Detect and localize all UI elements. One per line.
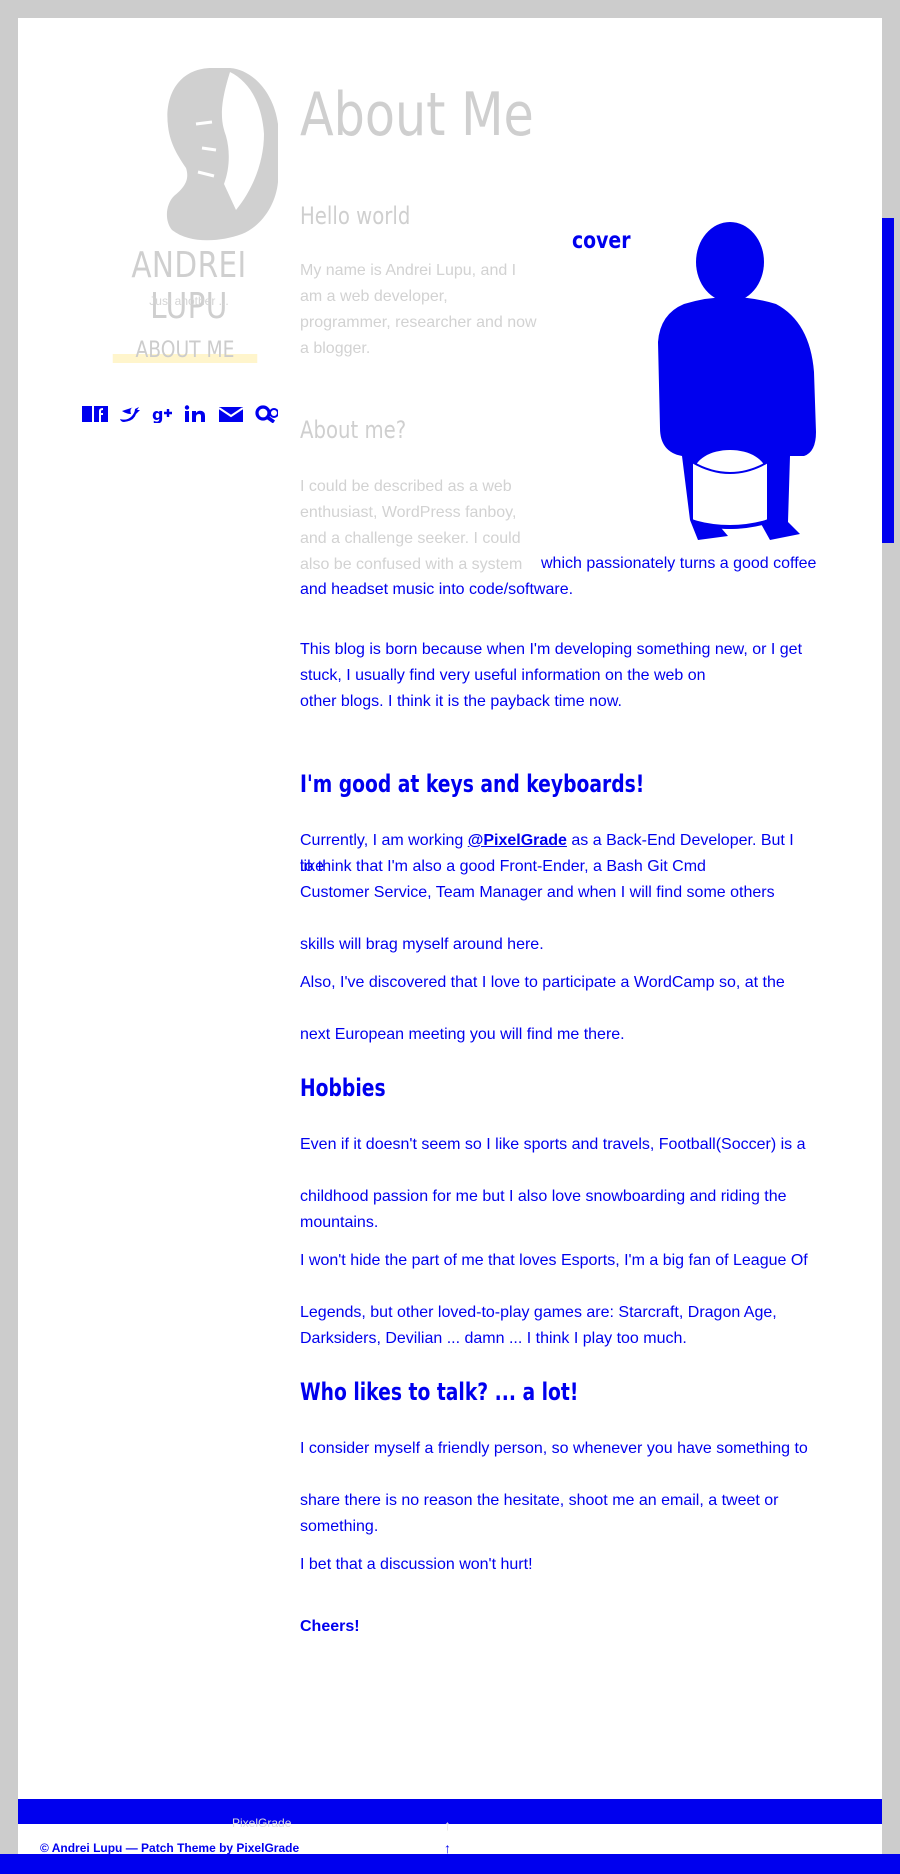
about-faint-paragraph: I could be described as a web enthusiast… [300,478,523,573]
about-text-line: other blogs. I think it is the payback t… [300,693,622,710]
about-heading: About me? [300,416,407,444]
page-title: About Me [300,80,534,150]
keys-text-line: to think that I'm also a good Front-Ende… [300,858,706,875]
about-text-line: stuck, I usually find very useful inform… [300,667,706,684]
vertical-scrollbar[interactable] [882,218,894,543]
about-text-line: This blog is born because when I'm devel… [300,641,803,658]
keys-text-line: skills will brag myself around here. [300,936,544,953]
facebook-icon[interactable] [82,403,108,425]
intro-paragraph: My name is Andrei Lupu, and I am a web d… [300,262,537,357]
talk-text-line: I bet that a discussion won't hurt! [300,1556,533,1573]
svg-text:g: g [152,405,163,423]
hobbies-text-line: Legends, but other loved-to-play games a… [300,1304,777,1321]
footer-pixelgrade-link[interactable]: PixelGrade [232,1816,291,1830]
hobbies-text-line: I won't hide the part of me that loves E… [300,1252,808,1269]
google-plus-icon[interactable]: g [152,403,174,425]
back-to-top-button[interactable]: ↑ [444,1817,451,1833]
keys-heading: I'm good at keys and keyboards! [300,770,645,798]
hobbies-text-line: childhood passion for me but I also love… [300,1188,787,1205]
nav-about-me[interactable]: ABOUT ME [112,338,258,363]
talk-text-line: something. [300,1518,379,1535]
bottom-band [0,1854,900,1874]
talk-text-line: share there is no reason the hesitate, s… [300,1492,779,1509]
about-text-line: and headset music into code/software. [300,581,574,598]
hobbies-heading: Hobbies [300,1074,386,1102]
social-links: g [82,403,278,425]
talk-heading: Who likes to talk? ... a lot! [300,1378,579,1406]
hello-heading: Hello world [300,202,411,230]
hobbies-text-line: mountains. [300,1214,379,1231]
keys-text-line: Also, I've discovered that I love to par… [300,974,785,991]
search-icon[interactable] [254,403,278,425]
hobbies-text-line: Darksiders, Devilian ... damn ... I thin… [300,1330,687,1347]
about-text-line: which passionately turns a good coffee [541,555,817,572]
keys-text-line: Customer Service, Team Manager and when … [300,884,775,901]
email-icon[interactable] [218,403,244,425]
talk-text-line: I consider myself a friendly person, so … [300,1440,808,1457]
keys-text-pre: Currently, I am working [300,832,468,849]
site-tagline: Just another ... [149,294,229,308]
site-logo[interactable] [150,64,280,244]
cover-image [658,222,816,540]
hobbies-text-line: Even if it doesn't seem so I like sports… [300,1136,806,1153]
linkedin-icon[interactable] [184,403,208,425]
pixelgrade-link[interactable]: @PixelGrade [468,832,567,849]
keys-text-line: next European meeting you will find me t… [300,1026,625,1043]
twitter-icon[interactable] [118,403,142,425]
cheers-text: Cheers! [300,1618,360,1635]
site-title[interactable]: ANDREI LUPU [95,245,284,327]
footer-credit: © Andrei Lupu — Patch Theme by PixelGrad… [40,1841,300,1855]
